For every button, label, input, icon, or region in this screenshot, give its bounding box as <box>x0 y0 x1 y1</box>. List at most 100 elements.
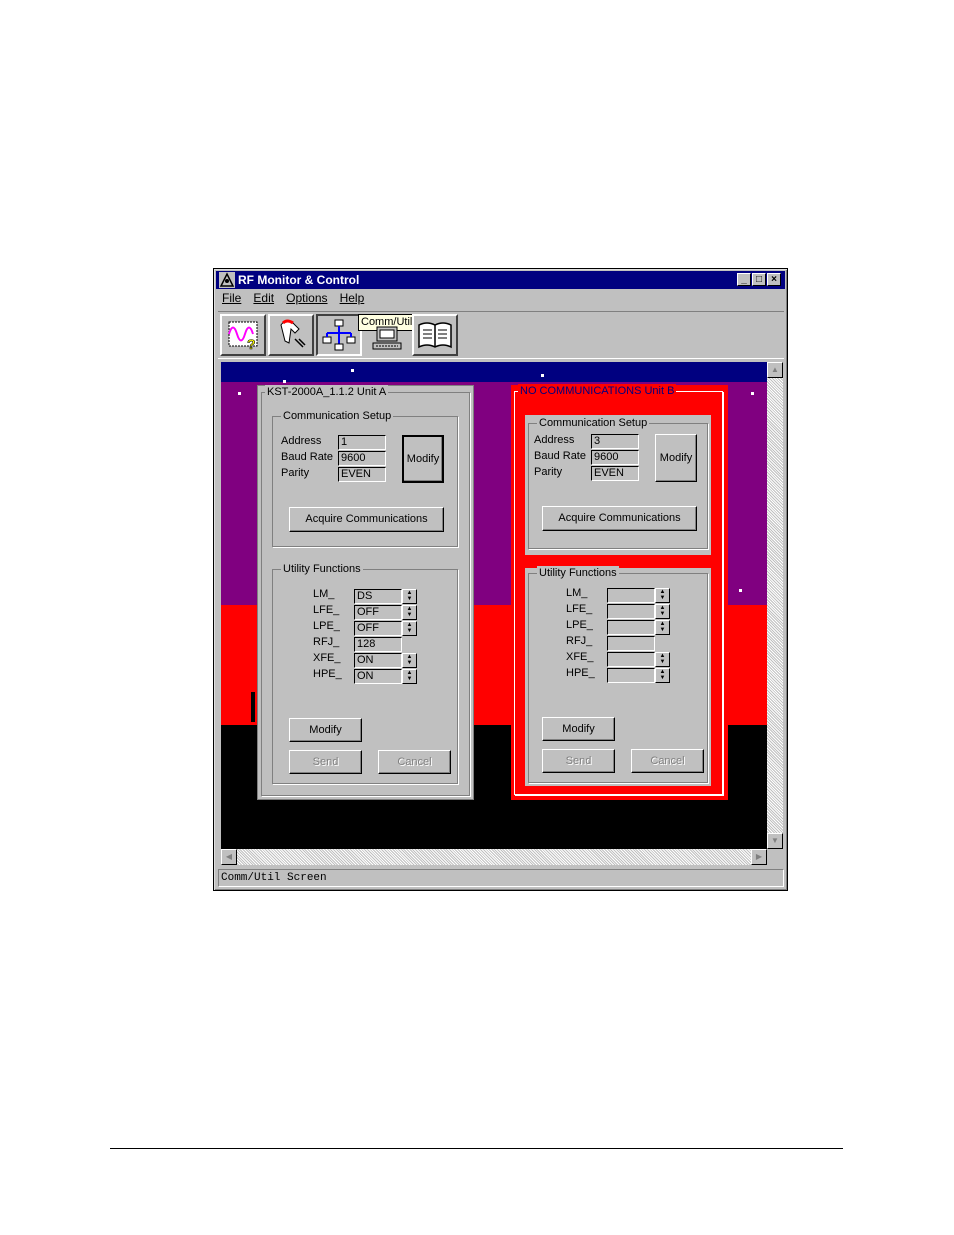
menu-options-label: Options <box>286 291 328 305</box>
unit-b-comm-modify-button[interactable]: Modify <box>655 434 697 482</box>
unit-a-comm-setup-title: Communication Setup <box>281 409 394 423</box>
unit-b-utility-bg: Utility Functions LM_ ▲ ▼ LFE_ ▲ ▼ LPE_ ▲ ▼… <box>525 566 711 786</box>
unit-b-utility-title: Utility Functions <box>537 566 619 580</box>
scroll-corner <box>767 849 783 865</box>
star-marker <box>238 392 241 395</box>
menu-edit[interactable]: Edit <box>253 291 274 305</box>
close-button[interactable]: × <box>767 273 781 286</box>
unit-b-rfj-label: RFJ_ <box>566 635 593 647</box>
menu-options[interactable]: Options <box>286 291 327 305</box>
book-icon <box>418 322 452 349</box>
unit-b-lfe-spinner[interactable]: ▲ ▼ <box>655 604 670 619</box>
unit-a-send-button[interactable]: Send <box>289 750 362 774</box>
minimize-button[interactable]: _ <box>737 273 751 286</box>
unit-a-hpe-spinner[interactable]: ▲ ▼ <box>402 669 417 684</box>
comm-util-tool-button[interactable] <box>316 314 362 356</box>
unit-a-address-field[interactable]: 1 <box>338 435 386 450</box>
unit-a-lfe-field[interactable]: OFF <box>354 605 402 620</box>
unit-a-lm-spinner[interactable]: ▲ ▼ <box>402 589 417 604</box>
unit-a-parity-label: Parity <box>281 467 310 479</box>
unit-b-rfj-field[interactable] <box>607 636 655 651</box>
unit-b-address-label: Address <box>534 434 575 446</box>
unit-b-comm-setup-group: Communication Setup Address 3 Baud Rate … <box>528 416 708 549</box>
unit-b-lfe-label: LFE_ <box>566 603 593 615</box>
menu-help-label: Help <box>339 291 365 305</box>
unit-b-parity-label: Parity <box>534 466 563 478</box>
unit-a-comm-modify-button[interactable]: Modify <box>402 435 444 483</box>
app-icon <box>219 272 235 288</box>
unit-a-hpe-field[interactable]: ON <box>354 669 402 684</box>
unit-b-hpe-label: HPE_ <box>566 667 595 679</box>
unit-a-xfe-label: XFE_ <box>313 652 341 664</box>
scroll-down-arrow-icon[interactable]: ▼ <box>767 833 783 849</box>
title-bar[interactable]: RF Monitor & Control _ □ × <box>216 271 785 289</box>
unit-b-baud-field[interactable]: 9600 <box>591 450 639 465</box>
scroll-up-arrow-icon[interactable]: ▲ <box>767 362 783 378</box>
unit-b-lpe-field[interactable] <box>607 620 655 635</box>
scroll-right-arrow-icon[interactable]: ▶ <box>751 849 767 865</box>
star-marker <box>751 392 754 395</box>
unit-b-utility-modify-button[interactable]: Modify <box>542 717 615 741</box>
window-title: RF Monitor & Control <box>238 273 360 287</box>
scroll-left-arrow-icon[interactable]: ◀ <box>221 849 237 865</box>
unit-a-rfj-label: RFJ_ <box>313 636 340 648</box>
unit-b-address-field[interactable]: 3 <box>591 434 639 449</box>
unit-b-lm-field[interactable] <box>607 588 655 603</box>
unit-b-panel: NO COMMUNICATIONS Unit B Communication S… <box>511 384 728 800</box>
menu-file-label: File <box>222 291 242 305</box>
app-window: RF Monitor & Control _ □ × File Edit Opt… <box>213 268 788 891</box>
unit-a-lfe-label: LFE_ <box>313 604 340 616</box>
unit-a-lfe-spinner[interactable]: ▲ ▼ <box>402 605 417 620</box>
menu-help[interactable]: Help <box>340 291 365 305</box>
unit-b-comm-setup-title: Communication Setup <box>537 416 650 430</box>
maximize-button[interactable]: □ <box>752 273 766 286</box>
unit-b-utility-group: Utility Functions LM_ ▲ ▼ LFE_ ▲ ▼ LPE_ ▲ ▼… <box>528 566 708 783</box>
unit-a-lpe-field[interactable]: OFF <box>354 621 402 636</box>
hand-icon <box>280 319 306 348</box>
network-icon <box>322 319 356 351</box>
star-marker <box>739 589 742 592</box>
unit-a-baud-field[interactable]: 9600 <box>338 451 386 466</box>
vertical-scrollbar[interactable]: ▲ ▼ <box>767 362 783 849</box>
star-marker <box>351 369 354 372</box>
unit-b-cancel-button[interactable]: Cancel <box>631 749 704 773</box>
horizontal-scrollbar[interactable]: ◀ ▶ <box>221 849 767 865</box>
unit-b-acquire-button[interactable]: Acquire Communications <box>542 506 697 531</box>
unit-a-cancel-button[interactable]: Cancel <box>378 750 451 774</box>
unit-b-send-button[interactable]: Send <box>542 749 615 773</box>
monitor-tool-button[interactable]: ? <box>220 314 266 356</box>
terminal-tool-button[interactable] <box>364 314 410 356</box>
unit-b-parity-field[interactable]: EVEN <box>591 466 639 481</box>
unit-a-panel: KST-2000A_1.1.2 Unit A Communication Set… <box>257 385 474 800</box>
unit-a-parity-field[interactable]: EVEN <box>338 467 386 482</box>
control-tool-button[interactable] <box>268 314 314 356</box>
unit-a-xfe-field[interactable]: ON <box>354 653 402 668</box>
star-marker <box>541 374 544 377</box>
unit-b-lm-label: LM_ <box>566 587 588 599</box>
unit-a-utility-title: Utility Functions <box>281 562 363 576</box>
unit-a-rfj-field[interactable]: 128 <box>354 637 402 652</box>
unit-a-utility-group: Utility Functions LM_ DS ▲ ▼ LFE_ OFF ▲ ▼ … <box>272 562 458 784</box>
unit-b-title: NO COMMUNICATIONS Unit B <box>518 384 677 398</box>
unit-b-hpe-spinner[interactable]: ▲ ▼ <box>655 668 670 683</box>
unit-a-xfe-spinner[interactable]: ▲ ▼ <box>402 653 417 668</box>
unit-b-hpe-field[interactable] <box>607 668 655 683</box>
unit-a-utility-modify-button[interactable]: Modify <box>289 718 362 742</box>
menu-file[interactable]: File <box>222 291 241 305</box>
unit-a-lm-label: LM_ <box>313 588 335 600</box>
unit-a-title: KST-2000A_1.1.2 Unit A <box>265 385 389 399</box>
unit-b-xfe-field[interactable] <box>607 652 655 667</box>
unit-b-lm-spinner[interactable]: ▲ ▼ <box>655 588 670 603</box>
unit-b-lfe-field[interactable] <box>607 604 655 619</box>
unit-b-xfe-label: XFE_ <box>566 651 594 663</box>
unit-b-lpe-spinner[interactable]: ▲ ▼ <box>655 620 670 635</box>
unit-a-lpe-spinner[interactable]: ▲ ▼ <box>402 621 417 636</box>
unit-a-hpe-label: HPE_ <box>313 668 342 680</box>
unit-a-lm-field[interactable]: DS <box>354 589 402 604</box>
unit-a-acquire-button[interactable]: Acquire Communications <box>289 507 444 532</box>
waveform-help-icon: ? <box>228 321 258 352</box>
manual-tool-button[interactable] <box>412 314 458 356</box>
unit-b-xfe-spinner[interactable]: ▲ ▼ <box>655 652 670 667</box>
unit-a-comm-setup-group: Communication Setup Address 1 Baud Rate … <box>272 409 458 547</box>
display-canvas: KST-2000A_1.1.2 Unit A Communication Set… <box>221 362 767 849</box>
